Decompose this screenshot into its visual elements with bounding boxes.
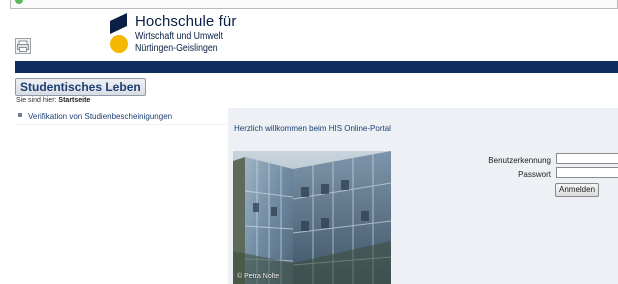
password-input[interactable] bbox=[556, 167, 618, 178]
main-navigation-bar bbox=[15, 61, 618, 73]
photo-credit: © Petra Nolte bbox=[237, 273, 280, 280]
institution-name: Hochschule für Wirtschaft und Umwelt Nür… bbox=[135, 14, 236, 54]
username-input[interactable] bbox=[556, 153, 618, 164]
status-dot-icon bbox=[15, 0, 23, 4]
sidebar-item-label[interactable]: Verifikation von Studienbescheinigungen bbox=[28, 112, 172, 121]
top-frame-edge bbox=[10, 0, 618, 9]
logo-line-3: Nürtingen-Geislingen bbox=[135, 43, 218, 54]
print-icon[interactable] bbox=[15, 38, 31, 54]
bullet-icon bbox=[18, 113, 22, 117]
logo-line-1: Hochschule für bbox=[135, 13, 237, 30]
logo-line-2: Wirtschaft und Umwelt bbox=[135, 31, 224, 42]
login-button[interactable]: Anmelden bbox=[555, 183, 600, 197]
username-label: Benutzerkennung bbox=[488, 156, 551, 165]
sidebar-item-verification[interactable]: Verifikation von Studienbescheinigungen bbox=[18, 112, 172, 121]
hfwu-logo-icon bbox=[110, 13, 128, 53]
password-label: Passwort bbox=[518, 170, 551, 179]
section-title-tab[interactable]: Studentisches Leben bbox=[15, 78, 146, 96]
welcome-message: Herzlich willkommen beim HIS Online-Port… bbox=[234, 124, 391, 133]
sidebar-divider bbox=[15, 124, 228, 125]
breadcrumb: Sie sind hier: Startseite bbox=[16, 97, 90, 104]
building-photo: © Petra Nolte bbox=[233, 151, 391, 284]
breadcrumb-prefix: Sie sind hier: bbox=[16, 97, 57, 104]
breadcrumb-current[interactable]: Startseite bbox=[58, 97, 90, 104]
